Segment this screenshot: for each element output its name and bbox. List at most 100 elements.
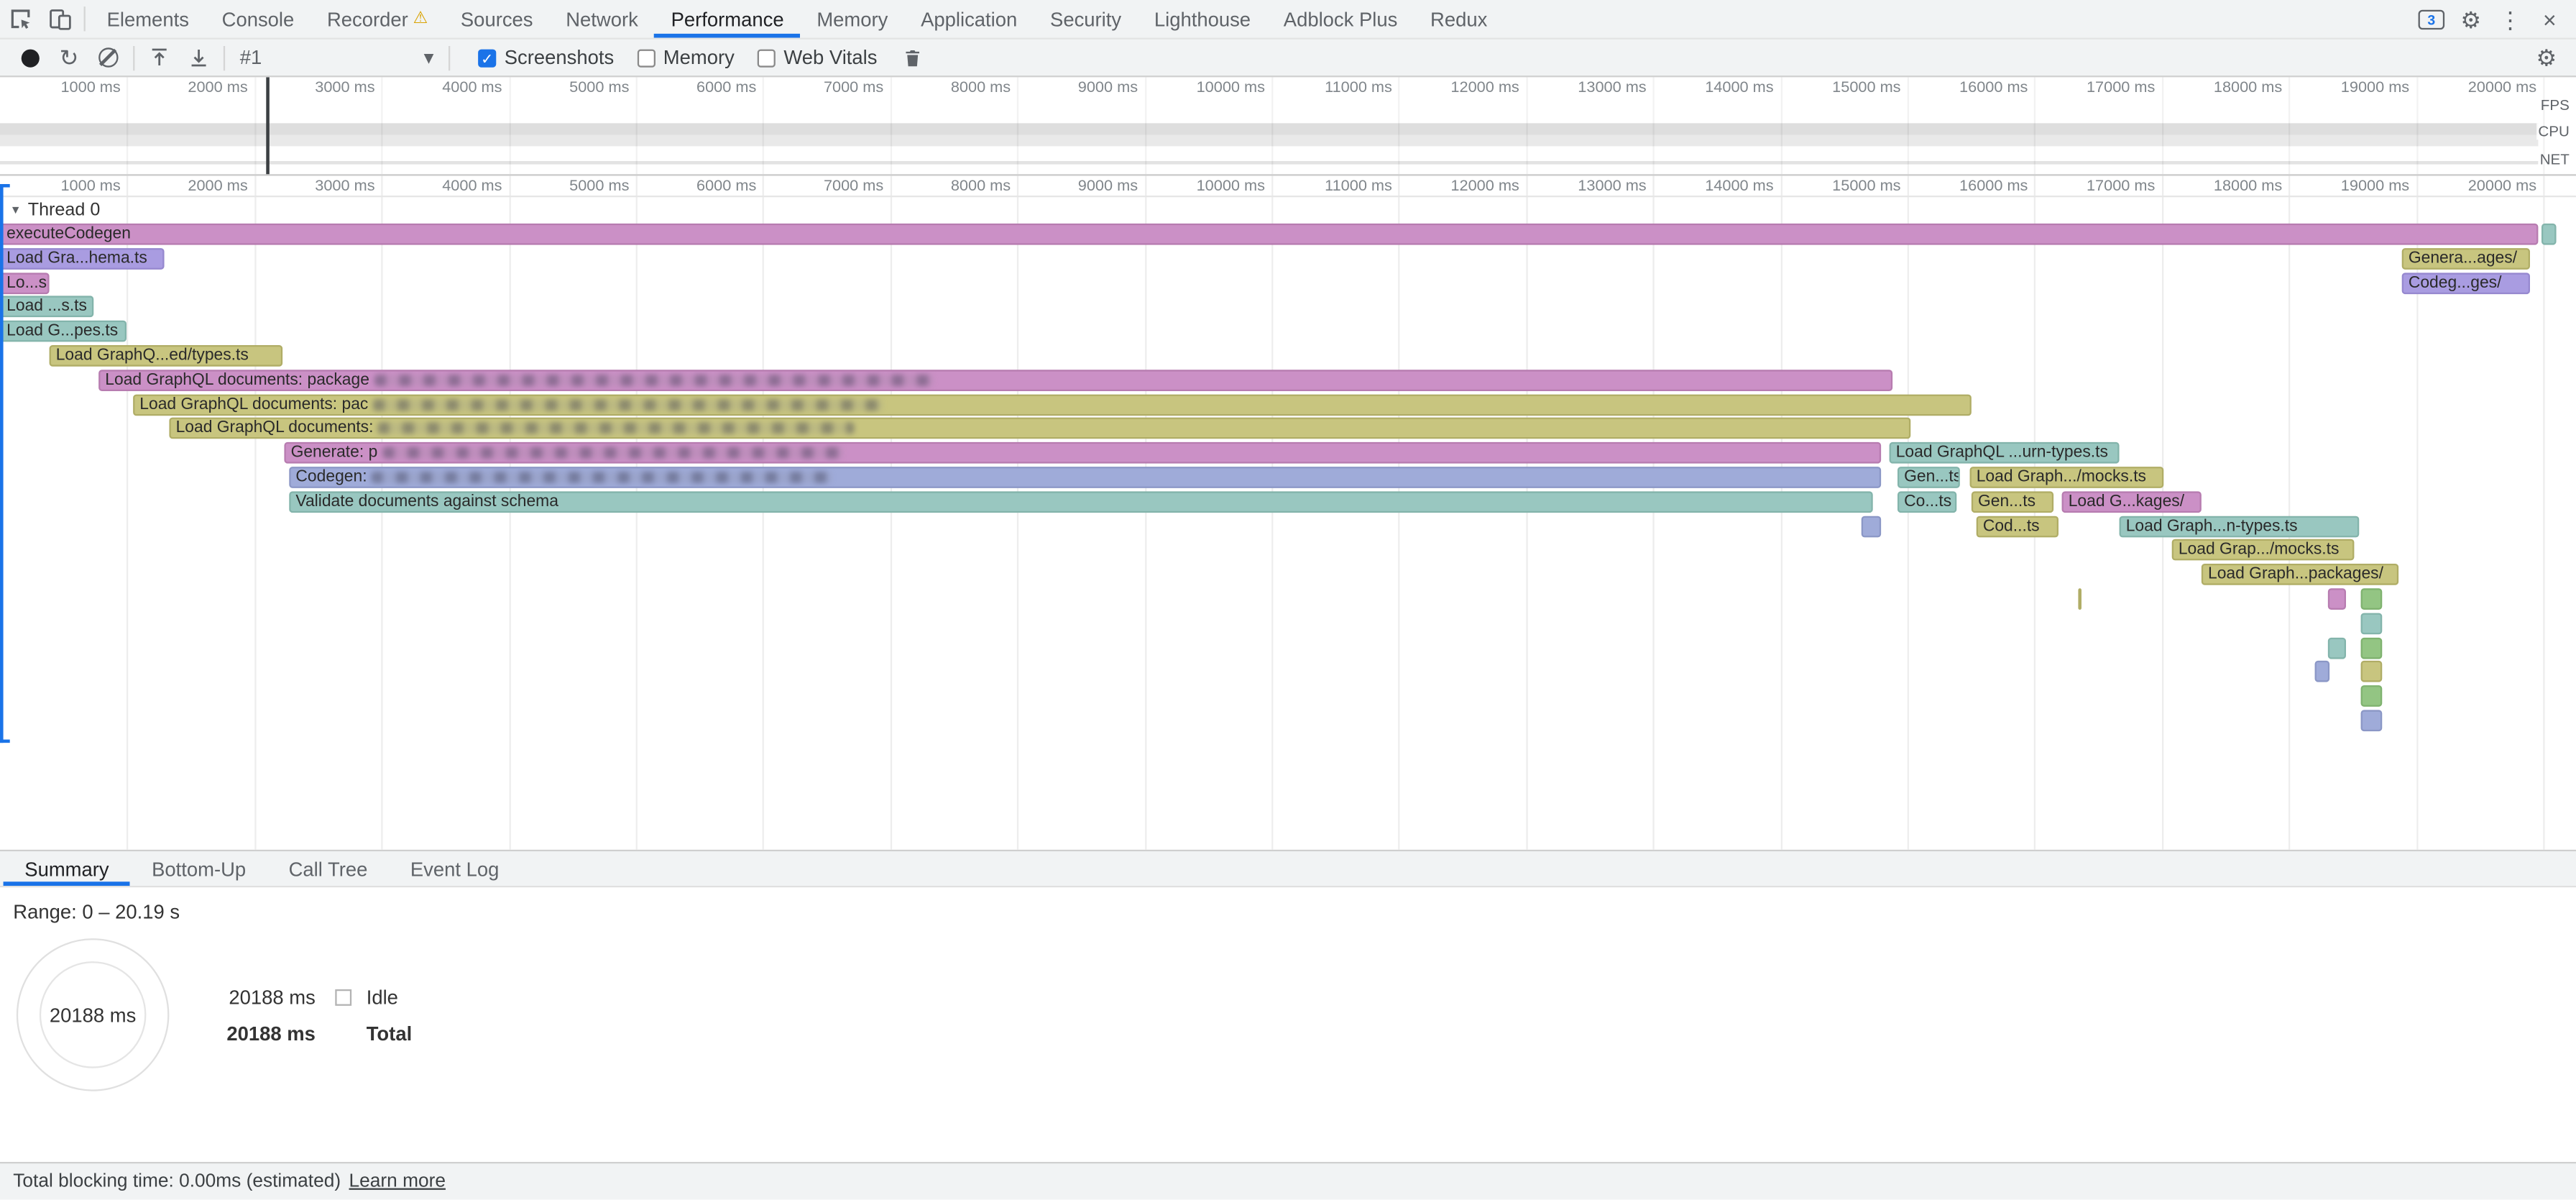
flame-bar[interactable]: Load Graph...packages/ — [2202, 564, 2398, 585]
tab-console[interactable]: Console — [206, 0, 310, 38]
issues-counter-icon[interactable]: 3 — [2411, 0, 2451, 39]
clear-button[interactable] — [88, 40, 128, 75]
tab-sources[interactable]: Sources — [444, 0, 549, 38]
flame-bar[interactable] — [2361, 613, 2383, 634]
close-devtools-icon[interactable]: × — [2530, 0, 2570, 39]
flame-bar[interactable]: Load Graph.../mocks.ts — [1970, 467, 2164, 488]
flame-bar[interactable]: Cod...ts — [1977, 516, 2058, 537]
tab-label: Elements — [107, 7, 189, 30]
tab-adblock-plus[interactable]: Adblock Plus — [1267, 0, 1414, 38]
flame-bar[interactable]: Gen...ts — [1972, 491, 2053, 513]
screenshots-checkbox[interactable]: ✓ — [478, 48, 496, 66]
divider — [448, 45, 450, 70]
flame-bar-label: executeCodegen — [1, 225, 131, 243]
legend-value: 20188 ms — [224, 986, 316, 1009]
overview-gridline — [1399, 77, 1400, 174]
flame-bar[interactable]: Gen...ts — [1898, 467, 1960, 488]
overview-tick-label: 9000 ms — [1023, 79, 1138, 97]
tab-recorder[interactable]: Recorder⚠ — [310, 0, 444, 38]
flame-bar[interactable]: Load GraphQL documents: — [169, 418, 1910, 439]
flame-bar[interactable] — [1862, 516, 1881, 537]
flame-bar[interactable]: Load Graph...n-types.ts — [2120, 516, 2360, 537]
record-icon — [21, 48, 39, 66]
tab-label: Memory — [816, 7, 888, 30]
detail-tab-call-tree[interactable]: Call Tree — [267, 851, 389, 886]
flame-bar[interactable]: Load Gra...hema.ts — [0, 248, 165, 270]
flame-bar[interactable] — [2328, 637, 2346, 659]
overview-tick-label: 15000 ms — [1786, 79, 1901, 97]
flame-bar[interactable]: executeCodegen — [0, 224, 2538, 245]
flame-bar[interactable] — [2361, 710, 2383, 731]
flame-bar-label: Codeg...ges/ — [2404, 274, 2501, 292]
flame-bar[interactable] — [2361, 637, 2383, 659]
redacted-text — [372, 472, 832, 483]
summary-legend-row: 20188 ms Total — [224, 1016, 412, 1052]
device-toolbar-icon[interactable] — [40, 0, 79, 39]
flame-bar[interactable] — [2361, 686, 2383, 707]
tab-label: Lighthouse — [1154, 7, 1251, 30]
record-button[interactable] — [10, 40, 50, 75]
flame-bar[interactable]: Load GraphQL ...urn-types.ts — [1890, 442, 2120, 464]
flame-bar[interactable] — [2542, 224, 2557, 245]
flame-bar[interactable] — [2078, 588, 2082, 610]
flame-bar[interactable]: Co...ts — [1898, 491, 1956, 513]
detail-tab-event-log[interactable]: Event Log — [389, 851, 520, 886]
flame-bar[interactable]: Lo...s — [0, 272, 50, 293]
more-options-icon[interactable]: ⋮ — [2490, 0, 2530, 39]
tab-memory[interactable]: Memory — [800, 0, 904, 38]
flame-bar[interactable]: Load ...s.ts — [0, 296, 93, 318]
flame-bar[interactable]: Codeg...ges/ — [2402, 272, 2530, 293]
capture-history-select[interactable]: #1 ▾ — [230, 46, 443, 69]
save-profile-button[interactable] — [179, 40, 218, 75]
lane-label-cpu: CPU — [2536, 123, 2571, 139]
gc-trash-button[interactable] — [893, 40, 933, 75]
legend-value: 20188 ms — [224, 1022, 316, 1045]
flame-bar[interactable]: Load G...kages/ — [2062, 491, 2202, 513]
tab-lighthouse[interactable]: Lighthouse — [1138, 0, 1267, 38]
tab-performance[interactable]: Performance — [655, 0, 801, 38]
flame-chart[interactable]: 1000 ms2000 ms3000 ms4000 ms5000 ms6000 … — [0, 176, 2576, 850]
flame-bar-label: Gen...ts — [1973, 493, 2036, 510]
flame-bar[interactable]: Genera...ages/ — [2402, 248, 2530, 270]
tab-network[interactable]: Network — [549, 0, 654, 38]
tab-security[interactable]: Security — [1034, 0, 1138, 38]
detail-tab-bottom-up[interactable]: Bottom-Up — [130, 851, 267, 886]
flame-bar[interactable] — [2328, 588, 2346, 610]
trash-icon — [903, 47, 924, 68]
reload-and-record-button[interactable]: ↻ — [50, 40, 89, 75]
flame-bar[interactable]: Validate documents against schema — [289, 491, 1872, 513]
tab-application[interactable]: Application — [904, 0, 1034, 38]
overview-gridline — [2543, 77, 2544, 174]
tab-elements[interactable]: Elements — [91, 0, 206, 38]
learn-more-link[interactable]: Learn more — [349, 1172, 446, 1191]
flame-bar[interactable]: Generate: p — [284, 442, 1881, 464]
flame-bar[interactable]: Load GraphQL documents: package — [98, 370, 1892, 391]
detail-tab-summary[interactable]: Summary — [4, 851, 131, 886]
flame-bar-label: Load GraphQL documents: package — [100, 371, 369, 389]
flame-bar[interactable]: Load G...pes.ts — [0, 321, 126, 342]
overview-tick-label: 2000 ms — [133, 79, 248, 97]
flame-bar[interactable]: Load GraphQ...ed/types.ts — [50, 345, 283, 367]
flame-bar[interactable] — [2361, 588, 2383, 610]
flame-bar[interactable] — [2361, 661, 2383, 683]
flame-bar[interactable]: Load GraphQL documents: pac — [133, 394, 1972, 416]
capture-settings-button[interactable]: ⚙ — [2526, 40, 2566, 75]
idle-swatch[interactable] — [335, 989, 351, 1006]
flame-bar[interactable]: Load Grap.../mocks.ts — [2172, 540, 2355, 562]
flame-bar[interactable] — [2315, 661, 2330, 683]
warning-icon: ⚠ — [413, 10, 428, 28]
settings-gear-icon[interactable]: ⚙ — [2451, 0, 2490, 39]
timeline-overview[interactable]: FPS CPU NET 1000 ms2000 ms3000 ms4000 ms… — [0, 77, 2576, 175]
load-profile-button[interactable] — [139, 40, 179, 75]
detail-tab-label: Event Log — [410, 857, 500, 880]
overview-tick-label: 4000 ms — [387, 79, 502, 97]
tab-redux[interactable]: Redux — [1414, 0, 1504, 38]
memory-checkbox[interactable] — [637, 48, 655, 66]
check-icon: ✓ — [481, 50, 493, 67]
flame-bar[interactable]: Codegen: — [289, 467, 1881, 488]
inspect-element-icon[interactable] — [0, 0, 40, 39]
webvitals-checkbox[interactable] — [758, 48, 776, 66]
tab-label: Sources — [461, 7, 533, 30]
legend-label: Total — [367, 1022, 412, 1045]
webvitals-label: Web Vitals — [783, 46, 877, 69]
